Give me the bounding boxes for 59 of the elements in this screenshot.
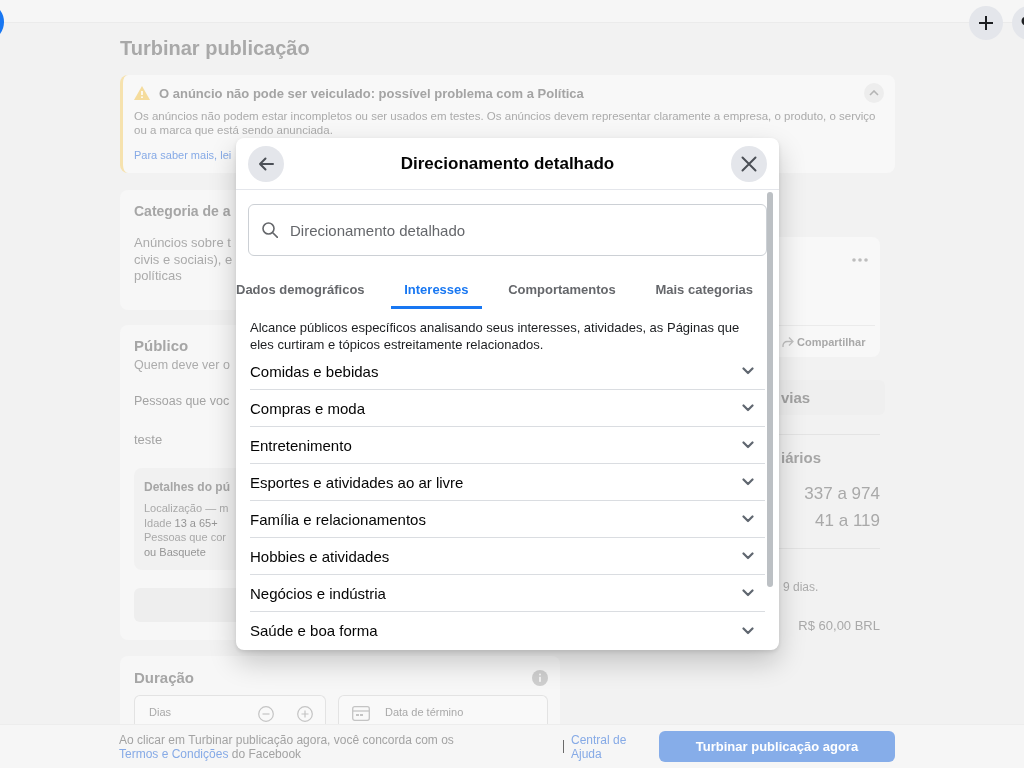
- audience-prompt: Pessoas que voc: [134, 393, 230, 409]
- interest-category-row[interactable]: Hobbies e atividades: [250, 538, 765, 575]
- minus-circle-icon[interactable]: [258, 706, 274, 722]
- page-title: Turbinar publicação: [120, 36, 310, 60]
- warning-icon: [134, 86, 150, 100]
- end-date-label: Data de término: [385, 705, 464, 719]
- tab-description: Alcance públicos específicos analisando seus interesses, atividades, as Páginas que eles curtiram e tópicos estreitamente relacionados.: [250, 319, 741, 353]
- interest-category-row[interactable]: Negócios e indústria: [250, 575, 765, 612]
- alert-message: Os anúncios não podem estar incompletos ou ser usados em testes. Os anúncios devem representar claramente a empresa, o produto, o serviço ou a marca que está sendo anunciada.: [134, 109, 877, 137]
- category-title: Categoria de a: [134, 202, 231, 221]
- duration-note: 9 dias.: [783, 579, 819, 595]
- category-tab[interactable]: Interesses: [391, 262, 482, 309]
- close-icon: [741, 155, 757, 172]
- category-tab[interactable]: Mais categorias: [642, 262, 766, 309]
- detail-label: Idade: [144, 516, 172, 529]
- scrollbar[interactable]: [767, 192, 773, 587]
- interest-category-row[interactable]: Entretenimento: [250, 427, 765, 464]
- budget-total: R$ 60,00 BRL: [798, 617, 880, 635]
- alert-title: O anúncio não pode ser veiculado: possível problema com a Política: [159, 85, 584, 101]
- result-range: 41 a 119: [815, 510, 880, 532]
- category-tab[interactable]: Dados demográficos: [236, 262, 378, 309]
- category-tab[interactable]: Comportamentos: [495, 262, 629, 309]
- interest-category-row[interactable]: Família e relacionamentos: [250, 501, 765, 538]
- audience-title: Público: [134, 336, 189, 356]
- category-description: Anúncios sobre t civis e sociais), e políticas: [134, 235, 233, 285]
- detail-label: Localização — m: [144, 502, 229, 514]
- interest-category-row[interactable]: Saúde e boa forma: [250, 612, 765, 649]
- info-icon[interactable]: [532, 670, 548, 686]
- detail-value: ou Basquete: [144, 546, 206, 559]
- add-button[interactable]: [969, 6, 1003, 40]
- share-label: Compartilhar: [797, 335, 866, 348]
- details-title: Detalhes do pú: [144, 479, 230, 496]
- back-arrow-icon: [258, 155, 274, 172]
- share-icon: [782, 335, 794, 348]
- interest-category-row[interactable]: Compras e moda: [250, 390, 765, 427]
- search-field[interactable]: Direcionamento detalhado: [248, 204, 767, 256]
- consent-text: Ao clicar em Turbinar publicação agora, você concorda com os Termos e Condições do Facebook: [119, 732, 455, 761]
- detail-value: 13 a 65+: [174, 516, 218, 529]
- back-button[interactable]: [248, 145, 284, 182]
- results-title: iários: [781, 448, 822, 468]
- round-logo-icon[interactable]: [0, 10, 4, 34]
- result-range: 337 a 974: [804, 483, 880, 505]
- close-button[interactable]: [731, 145, 767, 182]
- more-icon[interactable]: [852, 258, 868, 262]
- dialog-title: Direcionamento detalhado: [400, 153, 615, 174]
- search-icon: [262, 222, 278, 238]
- chevron-up-icon: [869, 90, 879, 96]
- interest-category-row[interactable]: Comidas e bebidas: [250, 353, 765, 390]
- audience-subtitle: Quem deve ver o: [134, 357, 230, 373]
- interest-category-row[interactable]: Esportes e atividades ao ar livre: [250, 464, 765, 501]
- detail-label: Pessoas que cor: [144, 531, 226, 544]
- collapse-button[interactable]: [864, 83, 884, 103]
- plus-icon: [979, 16, 993, 30]
- plus-circle-icon[interactable]: [297, 706, 313, 722]
- profile-button[interactable]: [1012, 6, 1024, 40]
- duration-title: Duração: [134, 668, 195, 688]
- audience-name: teste: [134, 432, 163, 448]
- days-label: Dias: [149, 705, 171, 719]
- calendar-icon: [352, 706, 370, 721]
